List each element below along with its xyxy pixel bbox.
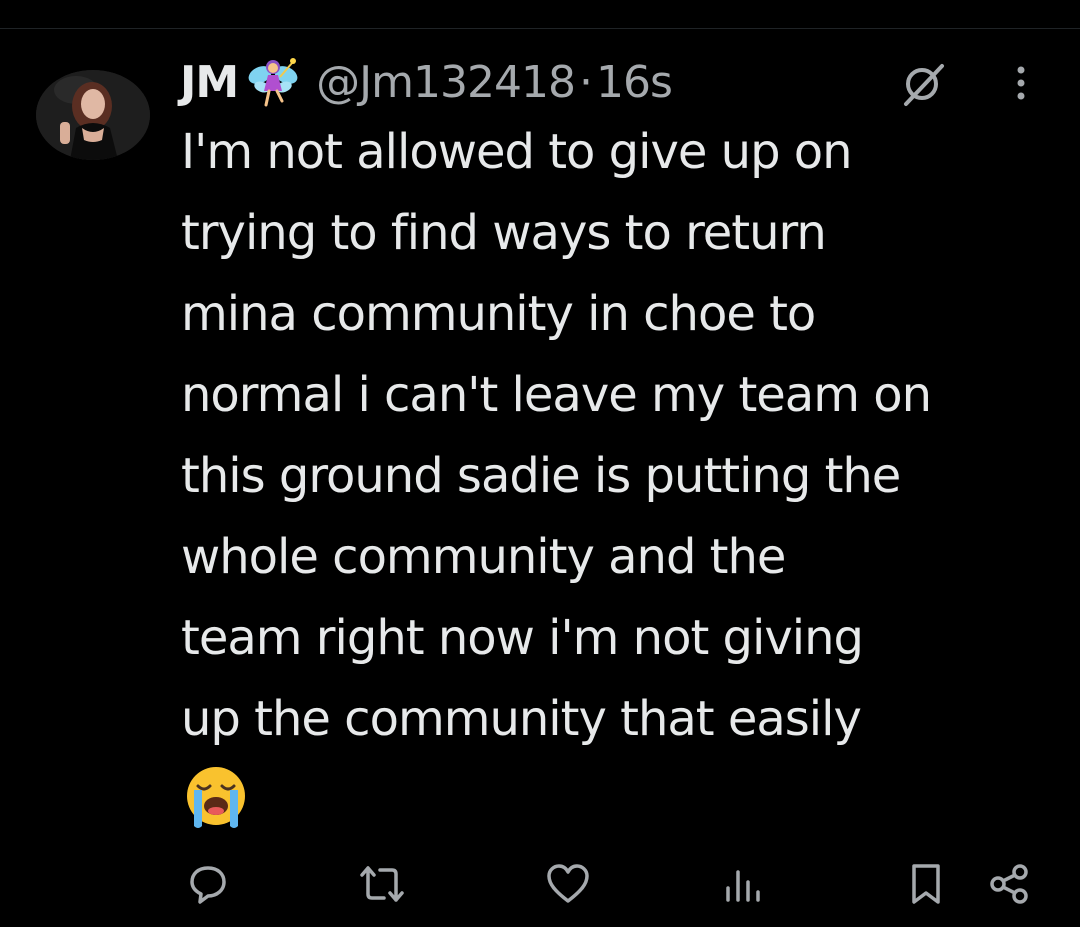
tweet-text: I'm not allowed to give up on trying to … — [181, 124, 932, 747]
grok-icon[interactable] — [900, 60, 948, 112]
author-handle[interactable]: @Jm132418 — [316, 57, 576, 108]
bookmark-icon[interactable] — [902, 860, 950, 908]
share-icon[interactable] — [986, 860, 1034, 908]
top-divider — [0, 28, 1080, 29]
like-icon[interactable] — [544, 860, 592, 908]
avatar-image — [36, 70, 150, 160]
more-options-icon[interactable] — [1010, 64, 1032, 108]
tweet-header: JM @Jm132418 · 16s — [180, 52, 673, 112]
header-separator: · — [578, 56, 593, 108]
fairy-emoji-icon — [246, 55, 300, 109]
loudly-crying-face-emoji-icon — [184, 764, 248, 830]
tweet-timestamp[interactable]: 16s — [596, 57, 673, 108]
display-name[interactable]: JM — [180, 57, 239, 108]
views-icon[interactable] — [718, 860, 766, 908]
repost-icon[interactable] — [358, 860, 406, 908]
avatar[interactable] — [36, 70, 150, 160]
reply-icon[interactable] — [184, 860, 232, 908]
